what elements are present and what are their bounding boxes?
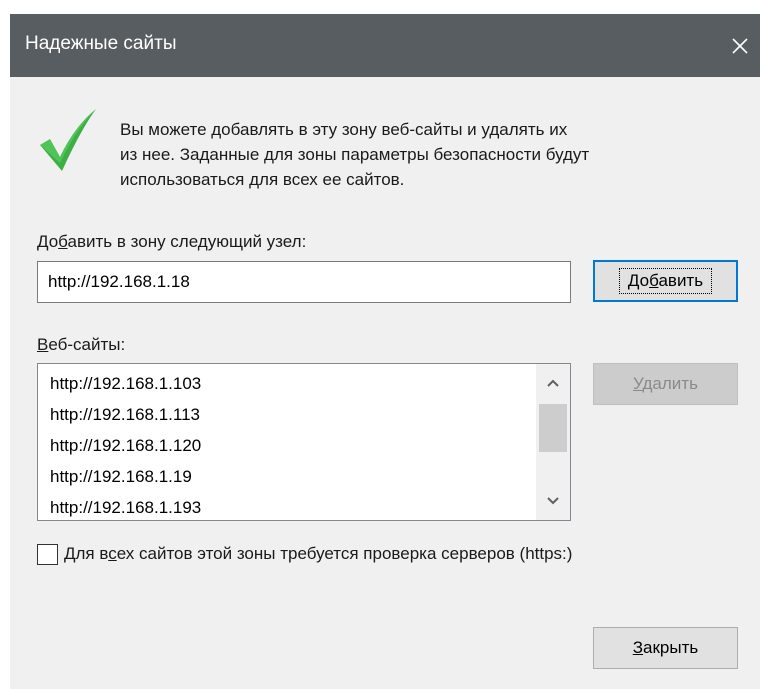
list-item[interactable]: http://192.168.1.103 [38, 368, 534, 399]
websites-listbox[interactable]: http://192.168.1.103 http://192.168.1.11… [37, 363, 571, 521]
access-key: В [37, 335, 49, 354]
label-part: далить [642, 374, 698, 393]
remove-button-label: Удалить [633, 374, 698, 394]
add-button-label: Добавить [618, 268, 713, 294]
websites-label: Веб-сайты: [37, 335, 125, 355]
scroll-thumb[interactable] [539, 404, 567, 452]
close-button[interactable] [720, 14, 760, 77]
scroll-up-button[interactable] [536, 366, 570, 400]
label-part: авить в зону следующий узел: [67, 232, 307, 251]
list-item[interactable]: http://192.168.1.120 [38, 430, 534, 461]
chevron-up-icon [547, 379, 559, 387]
add-site-input[interactable] [37, 261, 571, 303]
intro-text: Вы можете добавлять в эту зону веб-сайты… [120, 117, 750, 192]
remove-button[interactable]: Удалить [593, 363, 738, 405]
label-part: авить [658, 271, 704, 290]
scroll-down-button[interactable] [536, 484, 570, 518]
dialog-window: Надежные сайты Вы можете добавлять в эту… [0, 0, 760, 689]
label-part: акрыть [643, 638, 699, 657]
https-checkbox[interactable] [37, 543, 58, 565]
close-icon [732, 37, 748, 54]
label-part: Для в [64, 544, 109, 563]
list-item[interactable]: http://192.168.1.193 [38, 492, 534, 520]
list-item[interactable]: http://192.168.1.19 [38, 461, 534, 492]
add-site-label: Добавить в зону следующий узел: [37, 232, 306, 252]
label-part: До [37, 232, 59, 251]
https-checkbox-label: Для всех сайтов этой зоны требуется пров… [64, 544, 572, 564]
title-bar: Надежные сайты [10, 14, 760, 77]
close-dialog-label: Закрыть [633, 638, 699, 658]
label-part: ех сайтов этой зоны требуется проверка с… [116, 544, 573, 563]
close-dialog-button[interactable]: Закрыть [593, 627, 738, 669]
intro-line: использоваться для всех ее сайтов. [120, 170, 405, 189]
intro-line: из нее. Заданные для зоны параметры безо… [120, 145, 590, 164]
access-key: У [633, 374, 643, 393]
chevron-down-icon [547, 497, 559, 505]
list-item[interactable]: http://192.168.1.113 [38, 399, 534, 430]
label-part: еб-сайты: [48, 335, 126, 354]
access-key: с [108, 544, 117, 563]
checkmark-icon [40, 109, 96, 171]
intro-line: Вы можете добавлять в эту зону веб-сайты… [120, 120, 568, 139]
access-key: б [58, 232, 68, 251]
access-key: З [632, 638, 644, 657]
websites-list: http://192.168.1.103 http://192.168.1.11… [38, 364, 534, 520]
window-title: Надежные сайты [25, 33, 177, 54]
list-scrollbar[interactable] [536, 364, 570, 520]
https-check-row[interactable]: Для всех сайтов этой зоны требуется пров… [37, 540, 572, 568]
label-part: До [627, 271, 650, 290]
add-button[interactable]: Добавить [593, 260, 738, 302]
